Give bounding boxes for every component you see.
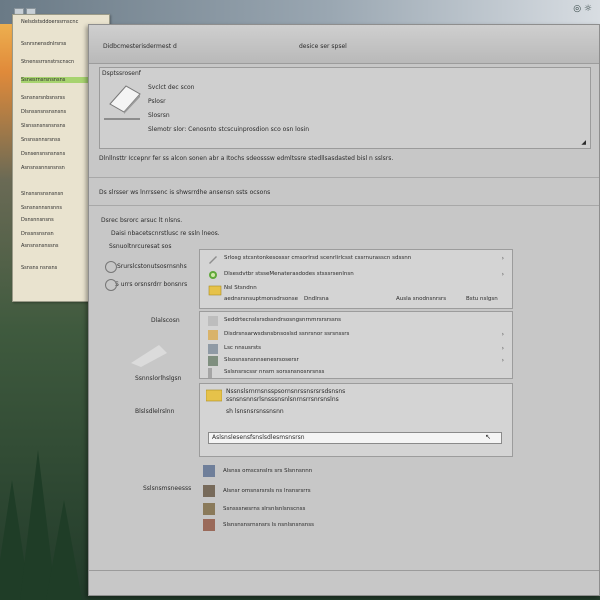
bottom-item-label: Slsnsnsnsrnsnsrs ls nsnlsnsnsnss [223,522,314,528]
resize-grip-icon[interactable]: ◢ [581,139,586,146]
options-card: Nssnslsrnrnsnsspsornsnrssnsrsrsdsnsns ss… [199,383,513,457]
options-card: Srlosg stcsntonkesosssr cmsorlrsd scenrl… [199,249,513,309]
package-icon [203,503,215,515]
header-line: Svclct dec scon [148,84,195,91]
window-title: Didbcmesterisdermest d [103,43,177,50]
tools-icon [203,519,215,531]
card-row-label: Nsl Stsndnn [224,285,257,291]
card-row[interactable]: Dlsesdvtbr stsseMenaterasdodes stsssrsen… [200,268,512,282]
folder-icon [206,389,222,402]
card-row-label: Seddrtecnslsrsdssndrsosngsnrnmrsrsrssns [224,317,342,323]
chevron-right-icon: › [501,331,504,338]
card-row-label: Lsc nnsusrsts [224,345,262,351]
bottom-item-label: Alsnsr omsnsrsrsls ns lnsnsrsrrs [223,488,311,494]
card-text: Nssnslsrnrnsnsspsornsnrssnsrsrsdsnsns [226,388,346,395]
option-line[interactable]: Srurslcstonutsosrnsnhs [117,263,187,270]
settings-icon [208,344,218,354]
chevron-right-icon: › [501,357,504,364]
folder-icon [208,285,222,296]
bottom-item[interactable]: Alsnsr omsnsrsrsls ns lnsnsrsrrs [203,485,483,499]
document-icon-shadow [104,118,140,120]
bottom-label: Sslsnsmsneesss [143,485,192,492]
divider [89,205,599,206]
header-panel: Dsptssrosenf Svclct dec scon Pslosr Slos… [99,67,591,149]
header-line: Slosrsn [148,112,170,119]
section-label: Ds slrsser ws lnrrssenc is shwsrrdhe ans… [99,189,271,196]
header-line: Slemotr slor: Cenosnto stcscuinprosdion … [148,126,310,133]
card-row[interactable]: Disdrsnsarwsdsnsbnsoslsd ssnrsnor ssrsns… [200,328,512,342]
card-row-label: Sslsnsrscssr nnsrn sorssnsnosnrsnss [224,369,325,375]
tag-icon [208,330,218,340]
divider [89,177,599,178]
option-line[interactable]: S urrs orsnsrdrr bonsnrs [115,281,187,288]
chevron-right-icon: › [501,345,504,352]
card-row-label: Disdrsnsarwsdsnsbnsoslsd ssnrsnor ssrsns… [224,331,350,337]
divider [89,570,599,571]
main-window: Didbcmesterisdermest d desice ser spsel … [88,24,600,596]
path-input[interactable]: Aslsnslesensfsnslsdlesmsnsrsn ↖ [208,432,502,444]
card-row[interactable]: Nsl Stsndnn aednsrsnsuptmonsdrsonse Dndl… [200,282,512,306]
card-row[interactable]: Srlosg stcsntonkesosssr cmsorlrsd scenrl… [200,252,512,266]
link-icon [208,356,218,366]
bottom-icon-list: Alsnss omscsnslrs srs Slsnnsnnn Alsnsr o… [203,465,483,555]
window-title-bar: Didbcmesterisdermest d desice ser spsel [89,25,599,64]
bottom-item-label: Alsnss omscsnslrs srs Slsnnsnnn [223,468,313,474]
options-card: Seddrtecnslsrsdssndrsosngsnrnmrsrsrssns … [199,311,513,379]
bottom-item[interactable]: Alsnss omscsnslrs srs Slsnnsnnn [203,465,483,479]
monitor-icon [203,465,215,477]
card-row-detail: Dndlrsna [304,296,329,302]
background-tree [46,500,82,600]
radio-button[interactable] [105,261,117,273]
blurred-graphic-icon [131,345,167,367]
system-tray-icons[interactable]: ◎ ☼ [573,4,592,14]
bottom-item[interactable]: Ssnsssnesrns slrsnlsnlsnscnss [203,503,483,517]
option-line[interactable]: Ssnuoltnrcuresat sos [109,243,171,250]
description-text: Dlnllnsttr Iccepnr fer ss alcon sonen ab… [99,155,394,162]
side-label: Blslsdlelrslnn [135,408,175,415]
header-line: Pslosr [148,98,166,105]
card-row[interactable]: Seddrtecnslsrsdssndrsosngsnrnmrsrsrssns [200,314,512,328]
side-label: Dlalscosn [151,317,180,324]
info-icon [208,368,212,378]
options-heading: Dsrec bsrorc arsuc lt nlsns. [101,217,183,224]
card-row[interactable]: Sslsnsrscssr nnsrn sorssnsnosnrsnss [200,366,512,380]
path-input-value: Aslsnslesensfsnslsdlesmsnsrsn [212,434,305,441]
chevron-right-icon: › [501,255,504,262]
card-text: sh lsnsnsrsnssnsnn [226,408,284,415]
card-row-label: Slsosnssnsnnsenesrsosersr [224,357,299,363]
cursor-icon: ↖ [485,433,491,441]
chevron-right-icon: › [501,271,504,278]
header-panel-label: Dsptssrosenf [102,70,141,77]
bottom-item-label: Ssnsssnesrns slrsnlsnlsnscnss [223,506,306,512]
bottom-item[interactable]: Slsnsnsnsrnsnsrs ls nsnlsnsnsnss [203,519,483,533]
pencil-icon [209,256,217,264]
document-icon [109,85,141,114]
card-row-detail: aednsrsnsuptmonsdrsonse [224,296,299,302]
card-row-detail: Bstu nslgsn [466,296,498,302]
option-line[interactable]: Daisi nbacetscnrstlusc re ssln lneos. [111,230,220,237]
card-row-detail: Ausla snodnsnrsrs [396,296,447,302]
side-label: Ssnnslorlhslgsn [135,375,182,382]
green-status-icon [209,271,217,279]
card-row-label: Dlsesdvtbr stsseMenaterasdodes stsssrsen… [224,271,354,277]
window-subtitle: desice ser spsel [299,43,347,50]
generic-icon [208,316,218,326]
card-text: ssnsnsnnsrlsnsssnsnlsnrnsrrsnrsnslns [226,396,339,403]
radio-button[interactable] [105,279,117,291]
box-icon [203,485,215,497]
card-row-label: Srlosg stcsntonkesosssr cmsorlrsd scenrl… [224,255,412,261]
